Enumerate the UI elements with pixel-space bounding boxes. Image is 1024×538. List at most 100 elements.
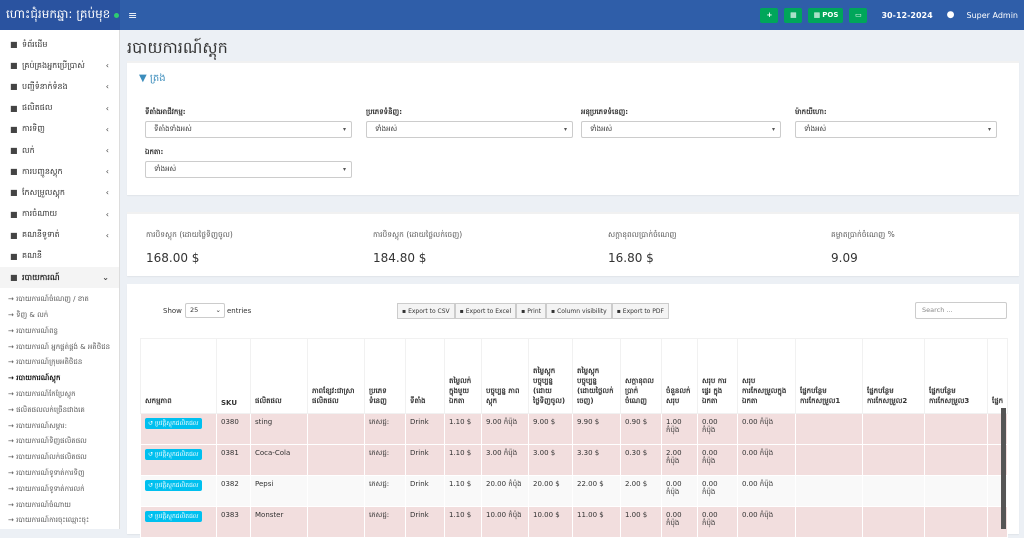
chevron-icon: ‹ bbox=[105, 209, 109, 219]
sidebar-item-11[interactable]: ■ របាយការណ៍ ⌄ bbox=[0, 267, 119, 289]
sidebar-subitem-5[interactable]: → របាយការណ៍ស្តុក bbox=[0, 371, 119, 387]
sidebar-item-4[interactable]: ■ ការទិញ ‹ bbox=[0, 119, 119, 140]
sell-icon: ■ bbox=[10, 146, 18, 156]
column-header[interactable]: តម្លៃលក់ក្នុងមួយឯកតា bbox=[444, 338, 482, 414]
sidebar-subitem-7[interactable]: → ផលិតផលលក់ច្រើនជាងគេ bbox=[0, 403, 119, 419]
current-date: 30-12-2024 bbox=[881, 10, 933, 20]
page-length-select[interactable]: 25 ⌄ bbox=[185, 303, 225, 318]
sidebar-item-2[interactable]: ■ បញ្ជីទំនាក់ទំនង ‹ bbox=[0, 76, 119, 97]
export-button-4[interactable]: ▪ Export to PDF bbox=[611, 303, 669, 319]
sidebar-item-0[interactable]: ■ ទំព័រដើម bbox=[0, 34, 119, 55]
column-header[interactable]: ភាពខ្សែវ:ជាស្រា ផលិតផល bbox=[307, 338, 365, 414]
export-button-1[interactable]: ▪ Export to Excel bbox=[454, 303, 517, 319]
column-header[interactable]: ចំនួនលក់ សរុប bbox=[661, 338, 698, 414]
sidebar-item-10[interactable]: ■ គណនី bbox=[0, 246, 119, 267]
table-cell: 0.00 កំប៉ុង bbox=[737, 444, 796, 476]
table-cell: 0.00 កំប៉ុង bbox=[737, 413, 796, 445]
stock-table: សកម្មភាព SKU ផលិតផល ភាពខ្សែវ:ជាស្រា ផលិតផលប… bbox=[140, 338, 1009, 538]
pos-button[interactable]: ▦ POS bbox=[808, 7, 844, 23]
export-button-3[interactable]: ▪ Column visibility bbox=[546, 303, 612, 319]
sidebar-subitem-10[interactable]: → របាយការណ៍លក់ផលិតផល bbox=[0, 450, 119, 466]
sidebar-item-label: គណនី bbox=[22, 251, 42, 261]
scrollbar[interactable] bbox=[1001, 408, 1006, 529]
filter-label-4: ឯកតា: bbox=[145, 148, 164, 156]
filter-toggle[interactable]: ▼ ត្រង bbox=[139, 71, 166, 86]
user-menu[interactable]: Super Admin bbox=[967, 11, 1018, 20]
search-input[interactable]: Search ... bbox=[915, 302, 1007, 319]
stock-history-button[interactable]: ↺ ប្រវត្តិស្តុកផលិតផល bbox=[145, 511, 202, 522]
column-header[interactable]: សរុប ការកែសម្រួលក្នុងឯកតា bbox=[737, 338, 796, 414]
column-header[interactable]: ទីតាំង bbox=[405, 338, 445, 414]
table-cell: 0381 bbox=[216, 444, 251, 476]
sidebar-subitem-2[interactable]: → របាយការណ៍ពន្ធ bbox=[0, 324, 119, 340]
sidebar-item-9[interactable]: ■ គណនីទូទាត់ ‹ bbox=[0, 225, 119, 246]
action-cell: ↺ ប្រវត្តិស្តុកផលិតផល bbox=[140, 444, 217, 476]
filter-label-2: អនុប្រភេទទំនេញ: bbox=[581, 108, 629, 116]
table-cell: 11.00 $ bbox=[572, 506, 621, 538]
add-icon[interactable]: + bbox=[760, 7, 779, 23]
cash-icon[interactable]: ▭ bbox=[849, 7, 868, 23]
table-cell: ភេសជ្ជ: bbox=[364, 444, 406, 476]
column-header[interactable]: ផលិតផល bbox=[250, 338, 308, 414]
table-cell: 0382 bbox=[216, 475, 251, 507]
sidebar-subitem-6[interactable]: → របាយការណ៍កែប្រែស្តុក bbox=[0, 387, 119, 403]
table-cell: 1.10 $ bbox=[444, 506, 482, 538]
table-cell bbox=[924, 506, 988, 538]
sidebar-item-6[interactable]: ■ ការបញ្ជូនស្តុក ‹ bbox=[0, 161, 119, 182]
sidebar-subitem-12[interactable]: → របាយការណ៍ទូទាត់ការលក់ bbox=[0, 482, 119, 498]
column-header[interactable]: SKU bbox=[216, 338, 251, 414]
column-header[interactable]: ប្រភេទ ទំនេញ bbox=[364, 338, 406, 414]
sidebar-subitem-14[interactable]: → របាយការណ៍ការចុះឈ្មោះចុះ bbox=[0, 513, 119, 529]
column-header[interactable]: ផ្នែកបន្ថែម ការកែសម្រួល1 bbox=[795, 338, 863, 414]
users-icon: ■ bbox=[10, 61, 18, 71]
sidebar-subitem-11[interactable]: → របាយការណ៍ទូទាត់ការទិញ bbox=[0, 466, 119, 482]
column-header[interactable]: តម្លៃស្តុក បច្ចុប្បន្ន (ដោយថ្លៃទិញចូល) bbox=[528, 338, 573, 414]
filter-select-0[interactable]: ទីតាំងទាំងអស់ ▾ bbox=[145, 121, 352, 138]
table-cell: 0.00 កំប៉ុង bbox=[661, 475, 698, 507]
sidebar-subitem-9[interactable]: → របាយការណ៍ទិញផលិតផល bbox=[0, 434, 119, 450]
sidebar-subitem-0[interactable]: → របាយការណ៍ចំណេញ / ខាត bbox=[0, 292, 119, 308]
sidebar-item-label: ទំព័រដើម bbox=[22, 39, 48, 49]
brand-logo[interactable]: ហោះជុំរមកឆ្នា: គ្រប់មុខ bbox=[0, 0, 120, 30]
column-header[interactable]: សរុប ការផ្ទេរ ក្នុងឯកតា bbox=[697, 338, 738, 414]
filter-label-1: ប្រភេទទំនិញ: bbox=[366, 108, 402, 116]
action-cell: ↺ ប្រវត្តិស្តុកផលិតផល bbox=[140, 506, 217, 538]
bell-icon[interactable]: ● bbox=[947, 10, 955, 20]
column-header[interactable]: បច្ចុប្បន្ន ភាពស្តុក bbox=[481, 338, 529, 414]
sidebar-subitem-1[interactable]: → ទិញ & លក់ bbox=[0, 308, 119, 324]
filter-select-2[interactable]: ទាំងអស់ ▾ bbox=[581, 121, 781, 138]
filter-select-4[interactable]: ទាំងអស់ ▾ bbox=[145, 161, 352, 178]
column-header[interactable]: សក្តានុពល ប្រាក់ចំណេញ bbox=[620, 338, 662, 414]
table-cell: ភេសជ្ជ: bbox=[364, 413, 406, 445]
sidebar-item-7[interactable]: ■ កែសម្រួលស្តុក ‹ bbox=[0, 182, 119, 203]
show-label: Show bbox=[163, 307, 182, 315]
column-header[interactable]: ផ្នែក bbox=[986, 338, 1009, 414]
sidebar-subitem-13[interactable]: → របាយការណ៍ចំណាយ bbox=[0, 498, 119, 514]
sidebar-item-3[interactable]: ■ ផលិតផល ‹ bbox=[0, 98, 119, 119]
sidebar-item-1[interactable]: ■ គ្រប់គ្រងអ្នកប្រើប្រាស់ ‹ bbox=[0, 55, 119, 76]
sidebar-subitem-8[interactable]: → របាយការណ៍សម្ភារ: bbox=[0, 419, 119, 435]
column-header[interactable]: ផ្នែកបន្ថែម ការកែសម្រួល2 bbox=[862, 338, 925, 414]
sidebar-subitem-4[interactable]: → របាយការណ៍ក្រុមអតិថិជន bbox=[0, 355, 119, 371]
print-icon: ▪ bbox=[521, 307, 526, 315]
table-cell: Drink bbox=[405, 475, 445, 507]
sidebar-item-label: គ្រប់គ្រងអ្នកប្រើប្រាស់ bbox=[22, 60, 85, 70]
column-header[interactable]: សកម្មភាព bbox=[140, 338, 217, 414]
stock-history-button[interactable]: ↺ ប្រវត្តិស្តុកផលិតផល bbox=[145, 480, 202, 491]
table-cell bbox=[862, 444, 925, 476]
filter-select-3[interactable]: ទាំងអស់ ▾ bbox=[795, 121, 997, 138]
stock-history-button[interactable]: ↺ ប្រវត្តិស្តុកផលិតផល bbox=[145, 418, 202, 429]
calculator-icon[interactable]: ▦ bbox=[784, 7, 803, 23]
stock-history-button[interactable]: ↺ ប្រវត្តិស្តុកផលិតផល bbox=[145, 449, 202, 460]
export-button-0[interactable]: ▪ Export to CSV bbox=[397, 303, 455, 319]
sidebar-item-8[interactable]: ■ ការចំណាយ ‹ bbox=[0, 204, 119, 225]
menu-toggle-icon[interactable]: ≡ bbox=[128, 9, 137, 22]
export-button-2[interactable]: ▪ Print bbox=[516, 303, 547, 319]
table-cell: ភេសជ្ជ: bbox=[364, 506, 406, 538]
column-header[interactable]: តម្លៃស្តុក បច្ចុប្បន្ន (ដោយថ្លៃលក់ចេញ) bbox=[572, 338, 621, 414]
sidebar-subitem-3[interactable]: → របាយការណ៍ អ្នកផ្គត់ផ្គង់ & អតិថិជន bbox=[0, 340, 119, 356]
sidebar-item-5[interactable]: ■ លក់ ‹ bbox=[0, 140, 119, 161]
table-cell: ភេសជ្ជ: bbox=[364, 475, 406, 507]
filter-select-1[interactable]: ទាំងអស់ ▾ bbox=[366, 121, 573, 138]
column-header[interactable]: ផ្នែកបន្ថែម ការកែសម្រួល3 bbox=[924, 338, 988, 414]
